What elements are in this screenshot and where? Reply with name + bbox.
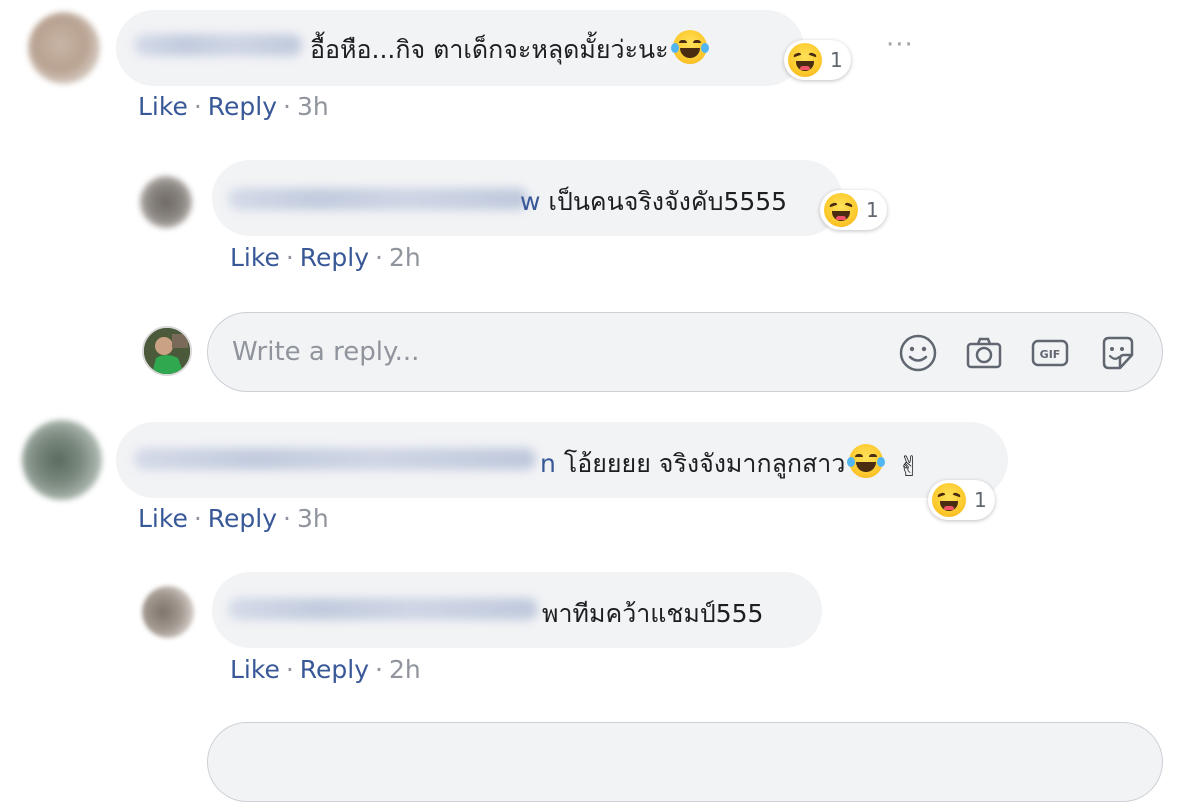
reply-link[interactable]: Reply xyxy=(300,243,369,272)
gif-icon[interactable]: GIF xyxy=(1030,333,1070,373)
svg-text:GIF: GIF xyxy=(1040,348,1061,361)
like-link[interactable]: Like xyxy=(138,504,188,533)
timestamp[interactable]: 2h xyxy=(389,655,421,684)
reply-link[interactable]: Reply xyxy=(300,655,369,684)
haha-reaction-icon xyxy=(824,193,858,227)
reaction-summary[interactable]: 1 xyxy=(820,190,887,230)
commenter-name-blurred[interactable] xyxy=(134,34,302,56)
timestamp[interactable]: 3h xyxy=(297,504,329,533)
comment-actions: Like · Reply · 3h xyxy=(138,92,329,121)
comment-text: อื้อหือ...กิจ ตาเด็กจะหลุดมั้ยว่ะนะ xyxy=(310,30,709,70)
timestamp[interactable]: 2h xyxy=(389,243,421,272)
victory-hand-emoji: ✌ xyxy=(897,450,921,483)
reply-link[interactable]: Reply xyxy=(208,504,277,533)
timestamp[interactable]: 3h xyxy=(297,92,329,121)
comment-actions: Like · Reply · 3h xyxy=(138,504,329,533)
like-link[interactable]: Like xyxy=(230,655,280,684)
camera-icon[interactable] xyxy=(964,333,1004,373)
reply-composer-partial[interactable] xyxy=(207,722,1163,802)
current-user-avatar[interactable] xyxy=(142,326,192,376)
reaction-count: 1 xyxy=(866,198,879,222)
like-link[interactable]: Like xyxy=(230,243,280,272)
replier-avatar[interactable] xyxy=(142,586,194,638)
replier-name-blurred[interactable] xyxy=(228,188,528,210)
reply-text: พาทีมคว้าแชมป์555 xyxy=(542,599,764,628)
commenter-avatar[interactable] xyxy=(22,420,102,500)
reply-text: w เป็นคนจริงจังคับ5555 xyxy=(520,187,788,216)
comment-text: n โอ้ยยยย จริงจังมากลูกสาว ✌ xyxy=(540,444,921,484)
reply-input[interactable] xyxy=(230,331,854,373)
commenter-name-blurred[interactable] xyxy=(134,448,536,470)
sticker-icon[interactable] xyxy=(1098,333,1138,373)
reaction-count: 1 xyxy=(974,488,987,512)
reaction-summary[interactable]: 1 xyxy=(928,480,995,520)
reaction-count: 1 xyxy=(830,48,843,72)
like-link[interactable]: Like xyxy=(138,92,188,121)
commenter-avatar[interactable] xyxy=(28,12,100,84)
reply-link[interactable]: Reply xyxy=(208,92,277,121)
reply-composer[interactable]: GIF xyxy=(207,312,1163,392)
replier-name-blurred[interactable] xyxy=(228,598,538,620)
tears-of-joy-emoji xyxy=(670,30,709,64)
reaction-summary[interactable]: 1 xyxy=(784,40,851,80)
tears-of-joy-emoji xyxy=(847,444,886,478)
smiley-icon[interactable] xyxy=(898,333,938,373)
avatar-photo xyxy=(144,328,190,374)
reply-actions: Like · Reply · 2h xyxy=(230,655,421,684)
reply-actions: Like · Reply · 2h xyxy=(230,243,421,272)
haha-reaction-icon xyxy=(932,483,966,517)
more-options-icon[interactable]: ··· xyxy=(886,30,914,60)
haha-reaction-icon xyxy=(788,43,822,77)
replier-avatar[interactable] xyxy=(140,176,192,228)
